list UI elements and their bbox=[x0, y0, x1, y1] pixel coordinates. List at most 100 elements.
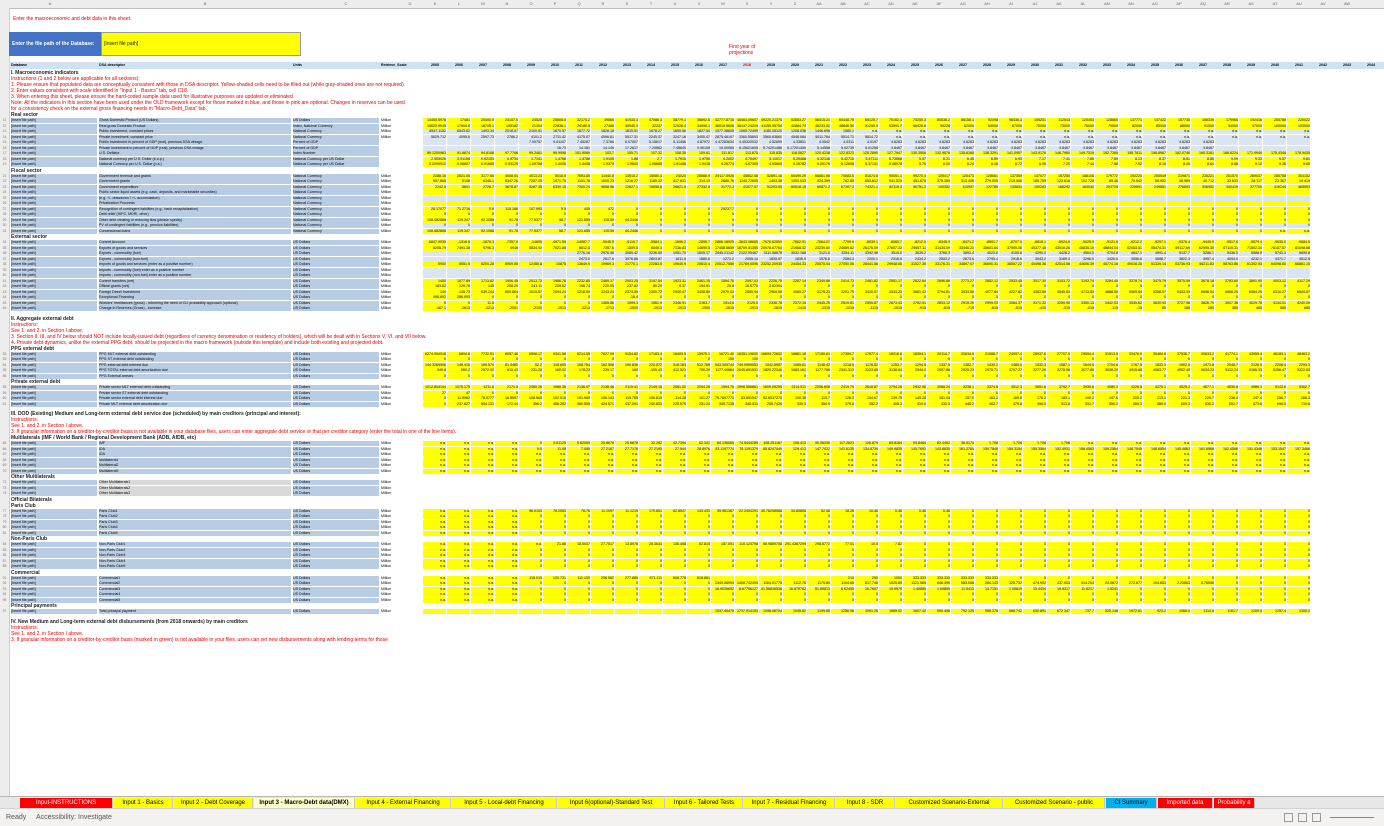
cell-value[interactable] bbox=[543, 201, 566, 206]
cell-value[interactable]: 0 bbox=[999, 575, 1022, 581]
cell-value[interactable]: 0 bbox=[1263, 284, 1286, 289]
cell-value[interactable]: 0 bbox=[1095, 542, 1118, 547]
cell-value[interactable]: 0 bbox=[927, 228, 950, 234]
cell-value[interactable]: 0.91108 bbox=[447, 156, 470, 162]
cell-value[interactable]: 5137.7 bbox=[1167, 251, 1190, 256]
cell-value[interactable]: 3111.58678 bbox=[759, 251, 782, 256]
cell-value[interactable]: 0 bbox=[1071, 592, 1094, 597]
cell-value[interactable]: 42777.8718 bbox=[711, 118, 734, 123]
cell-value[interactable]: 4096.61 bbox=[591, 134, 614, 140]
cell-value[interactable] bbox=[1119, 201, 1142, 206]
cell-value[interactable]: n.a. bbox=[783, 452, 806, 457]
cell-db[interactable]: [Insert file path] bbox=[11, 525, 97, 530]
cell-value[interactable]: 0 bbox=[1071, 390, 1094, 396]
cell-value[interactable]: n.a. bbox=[495, 463, 518, 468]
cell-value[interactable]: n.a. bbox=[423, 592, 446, 597]
cell-value[interactable] bbox=[1359, 279, 1382, 284]
row-number[interactable]: 53 bbox=[0, 357, 9, 362]
cell-value[interactable]: 35484.6 bbox=[1143, 351, 1166, 357]
cell-value[interactable]: 0 bbox=[927, 530, 950, 536]
cell-value[interactable]: 1305.2 bbox=[1287, 609, 1310, 614]
cell-value[interactable]: 113.7 bbox=[807, 396, 830, 401]
cell-value[interactable]: 0 bbox=[831, 295, 854, 300]
cell-value[interactable]: 149.416 bbox=[447, 362, 470, 368]
cell-value[interactable] bbox=[759, 267, 782, 273]
cell-value[interactable]: 0 bbox=[783, 228, 806, 234]
cell-value[interactable]: 0 bbox=[807, 284, 830, 289]
cell-value[interactable]: 2940.47 bbox=[663, 289, 686, 295]
cell-value[interactable] bbox=[1263, 267, 1286, 273]
cell-value[interactable] bbox=[471, 267, 494, 273]
cell-value[interactable] bbox=[1335, 587, 1358, 592]
cell-value[interactable]: 0 bbox=[1119, 206, 1142, 212]
cell-value[interactable]: 2673.43 bbox=[879, 300, 902, 306]
cell-value[interactable]: -9025.9 bbox=[1071, 240, 1094, 245]
cell-value[interactable]: 56.9869708 bbox=[759, 542, 782, 547]
cell-value[interactable]: 0 bbox=[1263, 530, 1286, 536]
cell-value[interactable]: 333.333 bbox=[975, 575, 998, 581]
cell-value[interactable]: 128.3 bbox=[831, 396, 854, 401]
cell-value[interactable] bbox=[1311, 146, 1334, 151]
cell-value[interactable]: 0 bbox=[735, 564, 758, 569]
cell-value[interactable]: 0 bbox=[1023, 284, 1046, 289]
cell-value[interactable] bbox=[543, 609, 566, 614]
cell-scale[interactable]: Million bbox=[381, 251, 421, 256]
cell-value[interactable] bbox=[1359, 469, 1382, 474]
cell-desc[interactable]: U.S. Deflator bbox=[99, 151, 291, 156]
cell-value[interactable]: 0 bbox=[687, 390, 710, 396]
cell-value[interactable]: n.a. bbox=[423, 525, 446, 530]
cell-value[interactable]: 0 bbox=[591, 390, 614, 396]
cell-value[interactable]: 24180.5 bbox=[567, 123, 590, 129]
cell-value[interactable]: 2461.15 bbox=[687, 278, 710, 284]
cell-value[interactable]: 0 bbox=[783, 212, 806, 217]
cell-value[interactable]: 136.458 bbox=[663, 542, 686, 547]
cell-value[interactable]: 5.01258 bbox=[855, 145, 878, 151]
cell-value[interactable] bbox=[1215, 480, 1238, 485]
row-number[interactable]: 23 bbox=[0, 185, 9, 190]
cell-desc[interactable]: Private sector external debt interest du… bbox=[99, 396, 291, 401]
cell-value[interactable]: 513.8 bbox=[1047, 401, 1070, 407]
cell-value[interactable] bbox=[1359, 268, 1382, 273]
cell-value[interactable]: 6.00 bbox=[927, 162, 950, 167]
cell-value[interactable]: 7.20562 bbox=[639, 145, 662, 151]
cell-value[interactable]: 0 bbox=[543, 553, 566, 558]
cell-value[interactable] bbox=[783, 575, 806, 581]
cell-value[interactable]: 0 bbox=[615, 586, 638, 592]
cell-value[interactable]: 115.186 bbox=[495, 206, 518, 212]
cell-value[interactable]: 91.78 bbox=[495, 217, 518, 223]
cell-value[interactable]: n.a. bbox=[423, 553, 446, 558]
cell-value[interactable] bbox=[471, 609, 494, 614]
cell-value[interactable]: 0 bbox=[951, 514, 974, 519]
cell-value[interactable]: 554.131 bbox=[471, 401, 494, 407]
cell-value[interactable]: -1013 bbox=[663, 306, 686, 311]
cell-desc[interactable]: Public sector liquid assets (e.g. cash, … bbox=[99, 190, 291, 195]
cell-value[interactable]: n.a. bbox=[927, 468, 950, 474]
cell-value[interactable]: 3238.1 bbox=[951, 385, 974, 390]
cell-value[interactable]: 4.6283 bbox=[903, 140, 926, 145]
cell-desc[interactable]: IDA bbox=[99, 452, 291, 457]
cell-value[interactable] bbox=[1335, 486, 1358, 491]
cell-value[interactable] bbox=[1311, 598, 1334, 603]
cell-value[interactable]: 48844.04 bbox=[1095, 245, 1118, 251]
cell-value[interactable]: 24157.0 bbox=[495, 118, 518, 123]
cell-value[interactable]: 0 bbox=[663, 228, 686, 234]
cell-value[interactable]: n.a. bbox=[1287, 457, 1310, 463]
cell-value[interactable]: n.a. bbox=[615, 463, 638, 468]
cell-db[interactable]: [Insert file path] bbox=[11, 530, 97, 536]
cell-value[interactable] bbox=[519, 267, 542, 273]
cell-value[interactable]: 70.942 bbox=[1119, 179, 1142, 184]
cell-value[interactable] bbox=[663, 273, 686, 278]
cell-value[interactable]: 31513.5 bbox=[1095, 351, 1118, 357]
cell-value[interactable] bbox=[1335, 301, 1358, 306]
cell-value[interactable] bbox=[1359, 290, 1382, 295]
cell-value[interactable] bbox=[1335, 290, 1358, 295]
cell-value[interactable]: 5743.3 bbox=[1263, 251, 1286, 256]
cell-value[interactable] bbox=[1359, 251, 1382, 256]
row-number[interactable]: 27 bbox=[0, 207, 9, 212]
accessibility-status[interactable]: Accessibility: Investigate bbox=[36, 809, 112, 826]
cell-value[interactable] bbox=[831, 273, 854, 278]
cell-value[interactable] bbox=[903, 267, 926, 273]
cell-value[interactable]: 2875.46197 bbox=[711, 134, 734, 140]
cell-scale[interactable]: Million bbox=[381, 452, 421, 457]
cell-value[interactable]: 0 bbox=[1119, 390, 1142, 396]
